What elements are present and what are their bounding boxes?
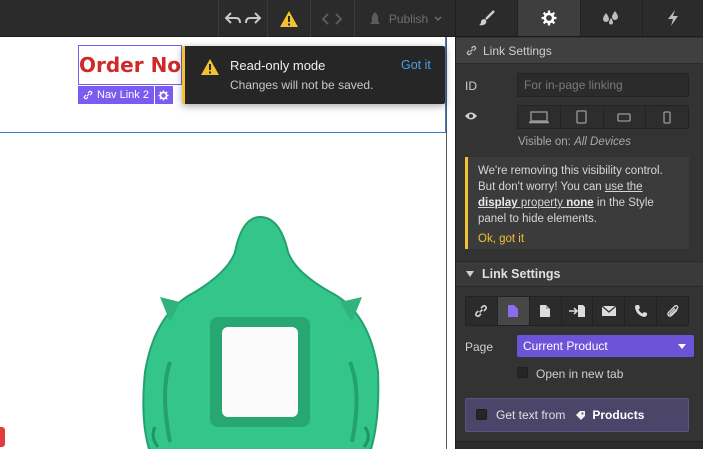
publish-label: Publish: [388, 11, 429, 26]
get-text-from-field[interactable]: Get text from Products: [465, 398, 689, 432]
product-image[interactable]: [140, 212, 390, 449]
notice-line-1: We're removing this visibility control.: [478, 165, 663, 177]
gear-icon: [541, 10, 557, 26]
link-icon: [474, 304, 488, 318]
eye-icon: [464, 110, 478, 124]
section-arrow-icon: [568, 304, 586, 318]
chevron-down-icon: [434, 16, 442, 22]
tab-settings[interactable]: [518, 0, 581, 36]
notice-property-word: property: [517, 197, 567, 209]
id-label: ID: [465, 79, 477, 93]
section-title: Link Settings: [483, 43, 552, 58]
element-tag-label-box[interactable]: Nav Link 2: [78, 86, 154, 104]
link-type-collection-page[interactable]: [497, 297, 530, 325]
page-select[interactable]: Current Product: [517, 335, 694, 357]
canvas-edge: [446, 37, 447, 449]
link-type-email[interactable]: [593, 297, 626, 325]
panel-footer: [456, 441, 703, 449]
design-canvas[interactable]: Order Now Nav Link 2: [0, 37, 455, 449]
brush-icon: [478, 10, 496, 26]
phone-icon: [634, 304, 648, 318]
device-visibility-toggles: [517, 105, 689, 129]
link-type-page-section[interactable]: [562, 297, 594, 325]
visible-on-text: Visible on: All Devices: [518, 136, 631, 148]
visibility-deprecation-notice: We're removing this visibility control. …: [465, 157, 689, 249]
element-tag: Nav Link 2: [78, 86, 173, 104]
device-desktop[interactable]: [518, 106, 561, 128]
lightning-icon: [667, 10, 679, 26]
page-icon: [539, 304, 551, 318]
red-edge-decoration: [0, 427, 5, 447]
device-mobile-portrait[interactable]: [646, 106, 688, 128]
redo-icon[interactable]: [244, 11, 262, 26]
tag-icon: [575, 410, 586, 421]
phone-portrait-icon: [663, 110, 671, 124]
drops-icon: [601, 10, 621, 26]
notice-link-use-the[interactable]: use the: [605, 181, 643, 193]
publish-button[interactable]: Publish: [354, 0, 454, 37]
link-settings-header: Link Settings: [456, 38, 703, 64]
tab-interactions[interactable]: [643, 0, 703, 36]
panel-tabs: [456, 0, 703, 37]
new-tab-label: Open in new tab: [536, 367, 624, 381]
phone-landscape-icon: [617, 112, 632, 122]
got-it-button[interactable]: Got it: [401, 58, 431, 72]
notice-line-3-text: in the Style: [593, 197, 654, 209]
email-icon: [601, 305, 617, 317]
notice-line-4: panel to hide elements.: [478, 213, 597, 225]
tablet-icon: [576, 110, 587, 124]
visible-on-label: Visible on:: [518, 136, 571, 148]
top-toolbar: Publish: [0, 0, 455, 37]
read-only-toast: Read-only mode Changes will not be saved…: [182, 46, 445, 104]
id-input[interactable]: For in-page linking: [517, 73, 689, 97]
gear-icon: [158, 89, 170, 101]
visible-on-value: All Devices: [574, 136, 631, 148]
element-settings-button[interactable]: [154, 86, 173, 104]
notice-line-2: But don't worry! You can use the: [478, 179, 681, 195]
device-tablet[interactable]: [561, 106, 604, 128]
link-type-url[interactable]: [466, 297, 498, 325]
warning-icon: [200, 58, 220, 79]
link-icon: [83, 90, 93, 100]
notice-none-word: none: [566, 197, 594, 209]
ok-got-it-button[interactable]: Ok, got it: [478, 231, 524, 247]
link-type-file[interactable]: [657, 297, 688, 325]
paperclip-icon: [666, 304, 680, 318]
element-tag-label: Nav Link 2: [97, 89, 149, 101]
code-button[interactable]: [312, 0, 352, 37]
desktop-icon: [528, 110, 549, 124]
notice-display-word: display: [478, 197, 518, 209]
get-text-checkbox[interactable]: [476, 409, 487, 420]
page-select-value: Current Product: [523, 339, 608, 353]
link-type-selector: [465, 296, 689, 326]
tab-style[interactable]: [456, 0, 519, 36]
tab-style-manager[interactable]: [581, 0, 643, 36]
device-mobile-landscape[interactable]: [604, 106, 647, 128]
order-now-link[interactable]: Order Now: [78, 45, 182, 85]
link-type-page[interactable]: [530, 297, 562, 325]
new-tab-checkbox[interactable]: [517, 367, 528, 378]
notice-link-display-property[interactable]: display property none: [478, 197, 594, 209]
notice-line-2-text: But don't worry! You can: [478, 181, 605, 193]
get-text-source: Products: [592, 408, 645, 422]
link-type-phone[interactable]: [625, 297, 658, 325]
undo-icon[interactable]: [224, 11, 242, 26]
caret-down-icon: [678, 343, 686, 349]
notice-line-3: display property none in the Style: [478, 195, 681, 211]
caret-down-icon: [466, 271, 474, 277]
link-settings-section-header[interactable]: Link Settings: [456, 261, 703, 287]
toast-subtitle: Changes will not be saved.: [230, 78, 374, 92]
page-purple-icon: [507, 304, 519, 318]
get-text-label: Get text from: [496, 408, 566, 422]
warning-icon: [279, 10, 299, 28]
code-icon: [321, 12, 343, 26]
undo-redo-group: [218, 0, 266, 37]
warning-button[interactable]: [267, 0, 311, 37]
rocket-icon: [367, 11, 383, 27]
toast-title: Read-only mode: [230, 58, 326, 73]
link-settings-section-title: Link Settings: [482, 267, 561, 281]
settings-panel: Link Settings ID For in-page linking Vis…: [455, 0, 703, 449]
link-icon: [466, 45, 477, 56]
page-label: Page: [465, 340, 494, 354]
